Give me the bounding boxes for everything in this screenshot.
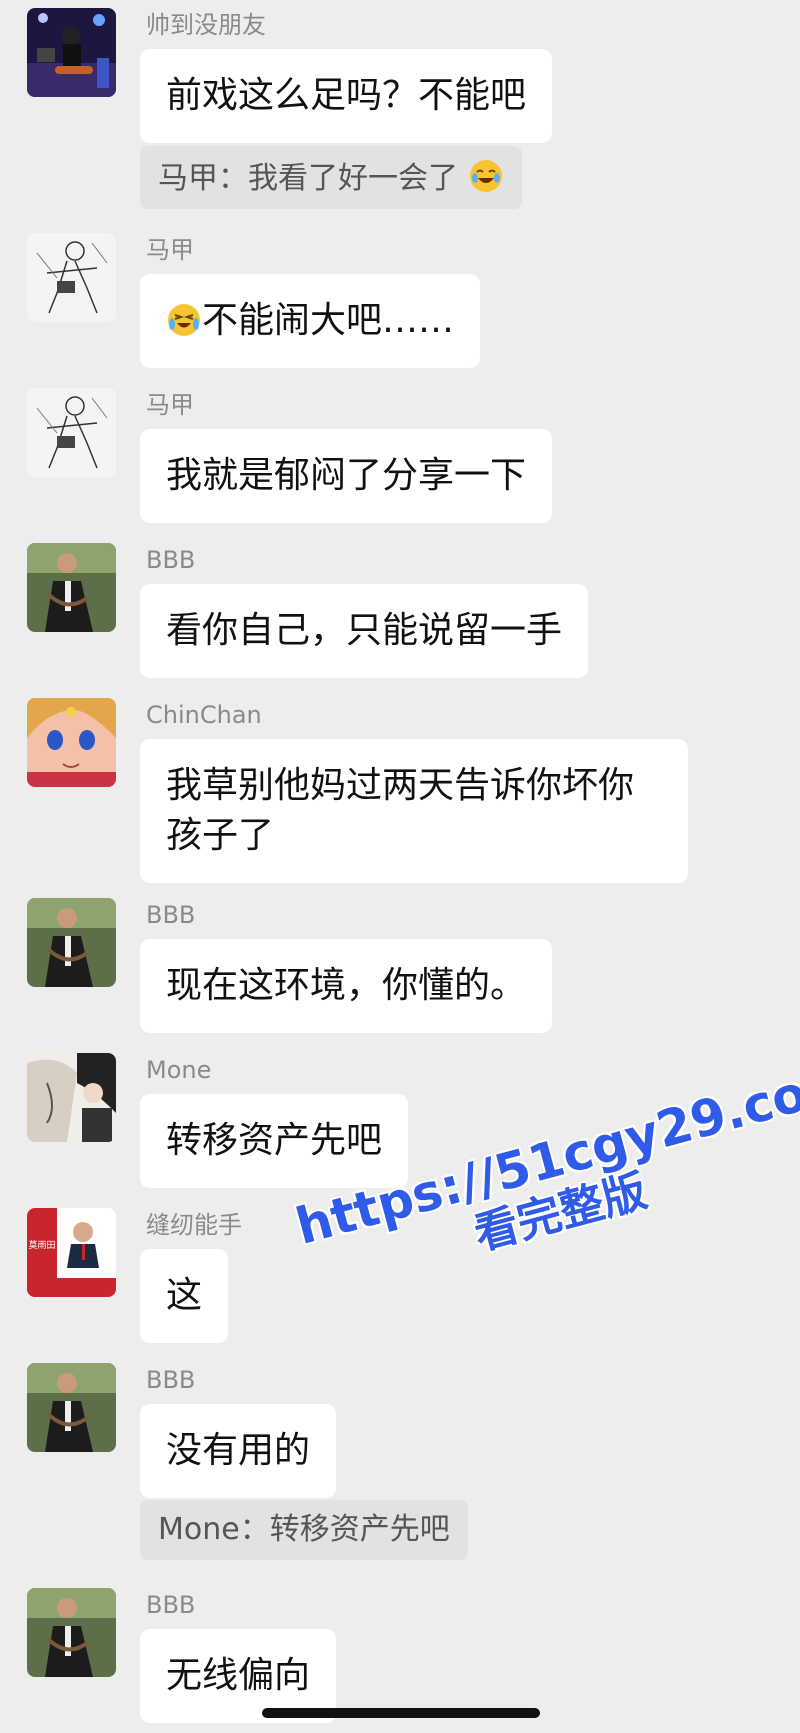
sender-name: 缝纫能手 bbox=[146, 1211, 242, 1239]
sender-name: 马甲 bbox=[146, 391, 194, 419]
message-text: 这 bbox=[166, 1275, 203, 1316]
message-bubble[interactable]: 看你自己，只能说留一手 bbox=[140, 584, 589, 678]
sender-name: Mone bbox=[146, 1056, 212, 1084]
quoted-reply[interactable]: 马甲：我看了好一会了 bbox=[140, 146, 522, 209]
business-card-avatar-icon: 莫雨田 bbox=[27, 1208, 116, 1297]
anime-couple-avatar-icon bbox=[27, 1053, 116, 1142]
sender-name: BBB bbox=[146, 1366, 196, 1394]
home-indicator[interactable] bbox=[262, 1708, 540, 1718]
crying-laughing-emoji-icon bbox=[168, 304, 200, 336]
sender-name: BBB bbox=[146, 901, 196, 929]
message-bubble[interactable]: 没有用的 bbox=[140, 1404, 337, 1498]
message-text: 孩子了 bbox=[166, 815, 275, 856]
message-bubble[interactable]: 前戏这么足吗？不能吧 bbox=[140, 49, 553, 143]
sender-name: ChinChan bbox=[146, 701, 262, 729]
avatar[interactable] bbox=[27, 698, 116, 787]
message-text: 看你自己，只能说留一手 bbox=[166, 610, 563, 651]
avatar[interactable] bbox=[27, 233, 116, 322]
avatar[interactable]: 莫雨田 bbox=[27, 1208, 116, 1297]
chat-screen: 帅到没朋友 前戏这么足吗？不能吧 马甲：我看了好一会了 马甲 不能闹大吧…… 马… bbox=[0, 0, 800, 1733]
avatar-name-text: 莫雨田 bbox=[28, 1239, 55, 1251]
quote-text: Mone：转移资产先吧 bbox=[158, 1512, 450, 1547]
suit-man-avatar-icon bbox=[27, 1363, 116, 1452]
suit-man-avatar-icon bbox=[27, 543, 116, 632]
avatar[interactable] bbox=[27, 898, 116, 987]
message-text: 转移资产先吧 bbox=[166, 1120, 383, 1161]
suit-man-avatar-icon bbox=[27, 898, 116, 987]
message-text: 无线偏向 bbox=[166, 1655, 311, 1696]
avatar[interactable] bbox=[27, 1053, 116, 1142]
avatar[interactable] bbox=[27, 543, 116, 632]
message-bubble[interactable]: 转移资产先吧 bbox=[140, 1094, 409, 1188]
sender-name: 帅到没朋友 bbox=[146, 11, 266, 39]
message-text: 现在这环境，你懂的。 bbox=[166, 965, 527, 1006]
laughing-tears-emoji-icon bbox=[469, 160, 502, 192]
message-text: 我草别他妈过两天告诉你坏你 bbox=[166, 765, 635, 806]
message-bubble[interactable]: 我就是郁闷了分享一下 bbox=[140, 429, 553, 523]
message-bubble[interactable]: 我草别他妈过两天告诉你坏你 孩子了 bbox=[140, 739, 688, 883]
sender-name: BBB bbox=[146, 546, 196, 574]
message-bubble[interactable]: 现在这环境，你懂的。 bbox=[140, 939, 553, 1033]
sender-name: 马甲 bbox=[146, 236, 194, 264]
anime-girl-avatar-icon bbox=[27, 698, 116, 787]
message-text: 没有用的 bbox=[166, 1430, 311, 1471]
message-text: 不能闹大吧…… bbox=[202, 300, 455, 341]
suit-man-avatar-icon bbox=[27, 1588, 116, 1677]
guitar-player-avatar-icon bbox=[27, 8, 116, 97]
message-text: 前戏这么足吗？不能吧 bbox=[166, 75, 527, 116]
quoted-reply[interactable]: Mone：转移资产先吧 bbox=[140, 1500, 468, 1560]
sender-name: BBB bbox=[146, 1591, 196, 1619]
message-bubble[interactable]: 这 bbox=[140, 1249, 229, 1343]
message-bubble[interactable]: 不能闹大吧…… bbox=[140, 274, 481, 368]
avatar[interactable] bbox=[27, 8, 116, 97]
sketch-avatar-icon bbox=[27, 233, 116, 322]
avatar[interactable] bbox=[27, 388, 116, 477]
sketch-avatar-icon bbox=[27, 388, 116, 477]
avatar[interactable] bbox=[27, 1363, 116, 1452]
avatar[interactable] bbox=[27, 1588, 116, 1677]
message-text: 我就是郁闷了分享一下 bbox=[166, 455, 527, 496]
quote-text: 马甲：我看了好一会了 bbox=[158, 161, 458, 196]
